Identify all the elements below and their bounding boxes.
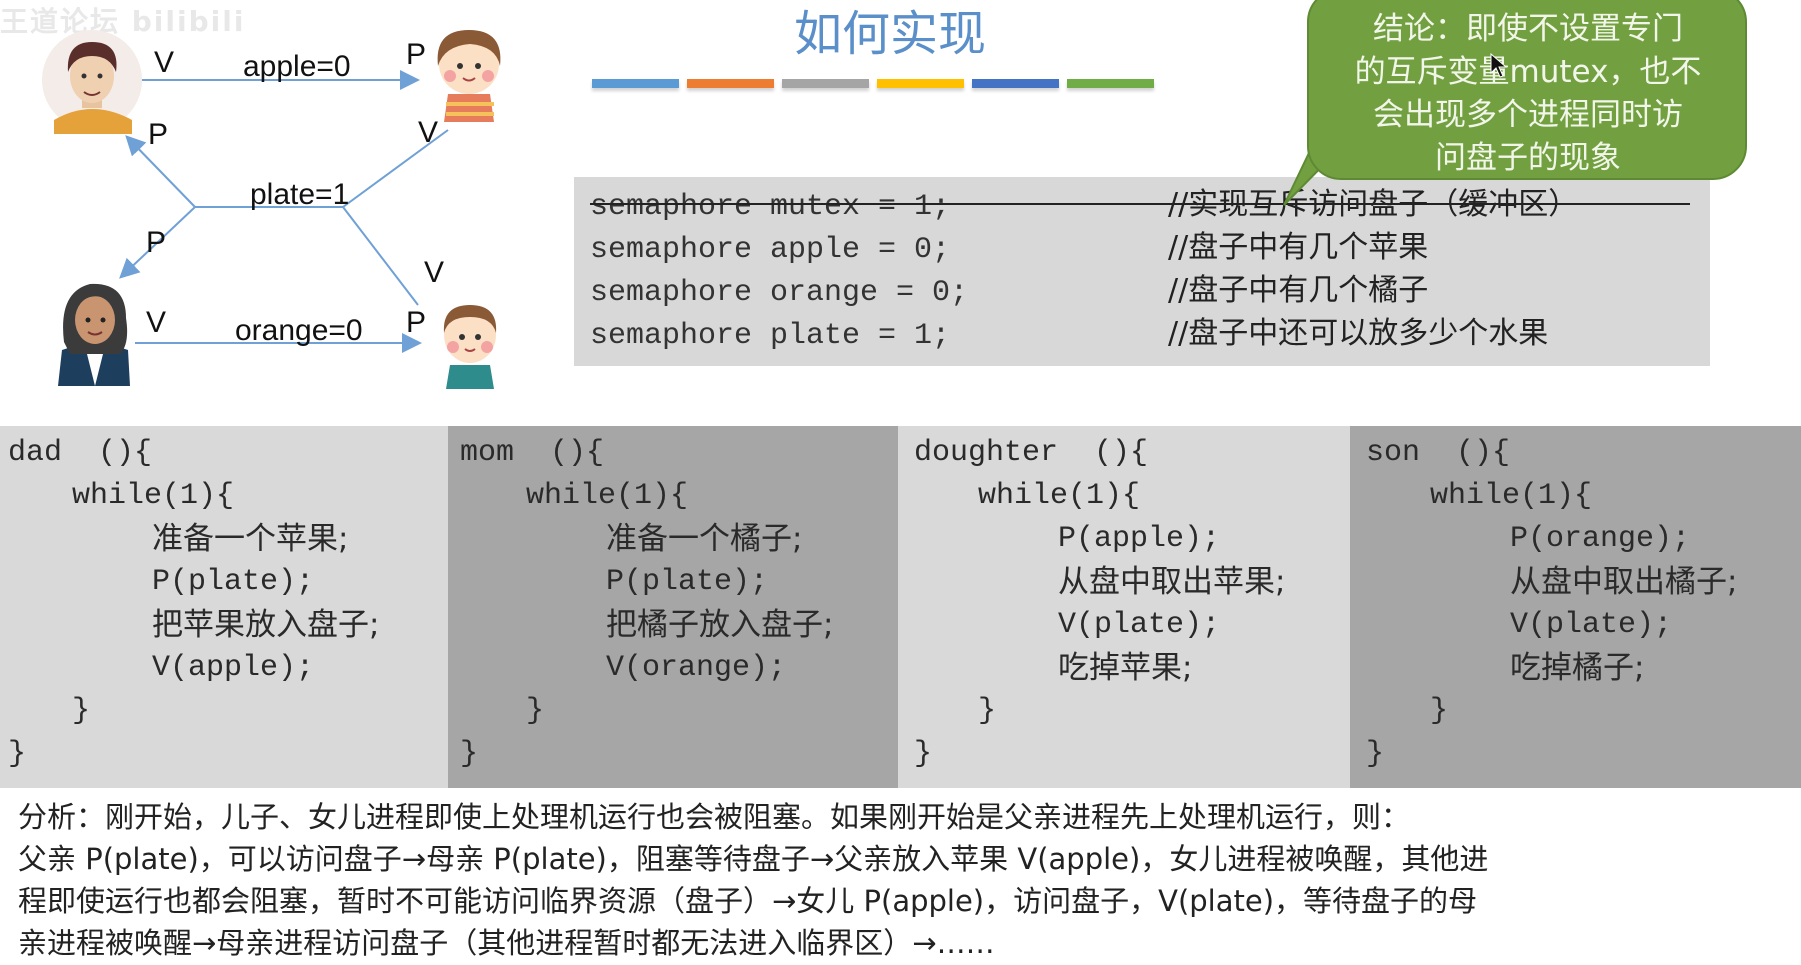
analysis-line: 分析：刚开始，儿子、女儿进程即使上处理机运行也会被阻塞。如果刚开始是父亲进程先上… [18, 800, 1411, 834]
dad-apple-op: V [154, 46, 175, 79]
mother-avatar-icon [58, 283, 130, 386]
analysis-line: 程即使运行也都会阻塞，暂时不可能访问临界资源（盘子）→女儿 P(apple)，访… [18, 884, 1478, 918]
semaphore-comment: //盘子中有几个苹果 [1168, 230, 1429, 265]
semaphore-comment: //盘子中有几个橘子 [1168, 273, 1429, 308]
mouse-cursor-icon [1490, 53, 1508, 78]
plate-semaphore-label: plate=1 [250, 178, 350, 211]
daughter-process-panel: doughter (){ while(1){ P(apple); 从盘中取出苹果… [898, 426, 1350, 788]
code-statement: P(plate); [152, 565, 315, 599]
code-statement: 准备一个橘子; [606, 521, 803, 557]
accent-bar [782, 79, 869, 88]
code-statement: P(orange); [1510, 522, 1691, 556]
closing-brace: } [1366, 737, 1385, 771]
orange-semaphore-label: orange=0 [235, 314, 363, 347]
son-orange-op: P [406, 306, 427, 339]
daughter-apple-op: P [406, 38, 427, 71]
code-statement: 从盘中取出苹果; [1058, 564, 1286, 600]
accent-bars [592, 79, 1154, 88]
mom-orange-op: V [146, 306, 167, 339]
callout-line: 结论：即使不设置专门 [1373, 11, 1683, 47]
code-statement: P(plate); [606, 565, 769, 599]
dad-plate-op: P [148, 118, 169, 151]
analysis-line: 父亲 P(plate)，可以访问盘子→母亲 P(plate)，阻塞等待盘子→父亲… [18, 842, 1489, 876]
code-statement: 吃掉橘子; [1510, 650, 1645, 686]
semaphore-code: semaphore mutex = 1; [590, 190, 951, 224]
code-statement: 从盘中取出橘子; [1510, 564, 1738, 600]
closing-brace: } [1430, 694, 1449, 728]
code-statement: V(orange); [606, 651, 787, 685]
code-statement: V(apple); [152, 651, 315, 685]
strikethrough-line [590, 203, 1690, 205]
semaphore-code: semaphore orange = 0; [590, 276, 969, 310]
son-to-plate-line [342, 206, 419, 306]
code-statement: 把苹果放入盘子; [152, 607, 380, 643]
accent-bar [592, 79, 679, 88]
mom-process-panel: mom (){ while(1){ 准备一个橘子; P(plate); 把橘子放… [448, 426, 898, 788]
closing-brace: } [8, 737, 27, 771]
process-diagram: V apple=0 P P V plate=1 P V V orange=0 P [0, 0, 560, 400]
code-statement: V(plate); [1058, 608, 1221, 642]
semaphore-code: semaphore plate = 1; [590, 319, 951, 353]
father-avatar-icon [42, 30, 142, 134]
code-statement: 吃掉苹果; [1058, 650, 1193, 686]
accent-bar [1067, 79, 1154, 88]
closing-brace: } [978, 694, 997, 728]
closing-brace: } [526, 694, 545, 728]
process-header: dad (){ [8, 436, 153, 470]
son-process-panel: son (){ while(1){ P(orange); 从盘中取出橘子; V(… [1350, 426, 1801, 788]
process-header: mom (){ [460, 436, 605, 470]
loop-header: while(1){ [978, 479, 1141, 513]
semaphore-comment: //盘子中还可以放多少个水果 [1168, 316, 1549, 351]
callout-line: 问盘子的现象 [1435, 140, 1621, 176]
conclusion-callout: 结论：即使不设置专门 的互斥变量mutex，也不 会出现多个进程同时访 问盘子的… [1307, 0, 1747, 180]
process-header: doughter (){ [914, 436, 1149, 470]
code-statement: P(apple); [1058, 522, 1221, 556]
daughter-plate-op: V [418, 116, 439, 149]
analysis-text: 分析：刚开始，儿子、女儿进程即使上处理机运行也会被阻塞。如果刚开始是父亲进程先上… [18, 796, 1793, 964]
dad-process-panel: dad (){ while(1){ 准备一个苹果; P(plate); 把苹果放… [0, 426, 448, 788]
son-plate-op: V [424, 256, 445, 289]
accent-bar [877, 79, 964, 88]
semaphore-declarations: semaphore mutex = 1; //实现互斥访问盘子（缓冲区） sem… [574, 177, 1710, 366]
accent-bar [687, 79, 774, 88]
loop-header: while(1){ [1430, 479, 1593, 513]
callout-line: 会出现多个进程同时访 [1373, 97, 1683, 133]
process-code-panels: dad (){ while(1){ 准备一个苹果; P(plate); 把苹果放… [0, 426, 1801, 788]
accent-bar [972, 79, 1059, 88]
code-statement: 把橘子放入盘子; [606, 607, 834, 643]
mom-plate-op: P [146, 226, 167, 259]
apple-semaphore-label: apple=0 [243, 50, 351, 83]
daughter-avatar-icon [437, 30, 501, 122]
process-header: son (){ [1366, 436, 1511, 470]
closing-brace: } [460, 737, 479, 771]
closing-brace: } [914, 737, 933, 771]
loop-header: while(1){ [526, 479, 689, 513]
code-statement: 准备一个苹果; [152, 521, 349, 557]
slide-title: 如何实现 [793, 6, 986, 62]
semaphore-code: semaphore apple = 0; [590, 233, 951, 267]
son-avatar-icon [443, 305, 497, 389]
closing-brace: } [72, 694, 91, 728]
analysis-line: 亲进程被唤醒→母亲进程访问盘子（其他进程暂时都无法进入临界区）→…… [18, 926, 995, 960]
loop-header: while(1){ [72, 479, 235, 513]
callout-line: 的互斥变量mutex，也不 [1354, 54, 1702, 90]
code-statement: V(plate); [1510, 608, 1673, 642]
